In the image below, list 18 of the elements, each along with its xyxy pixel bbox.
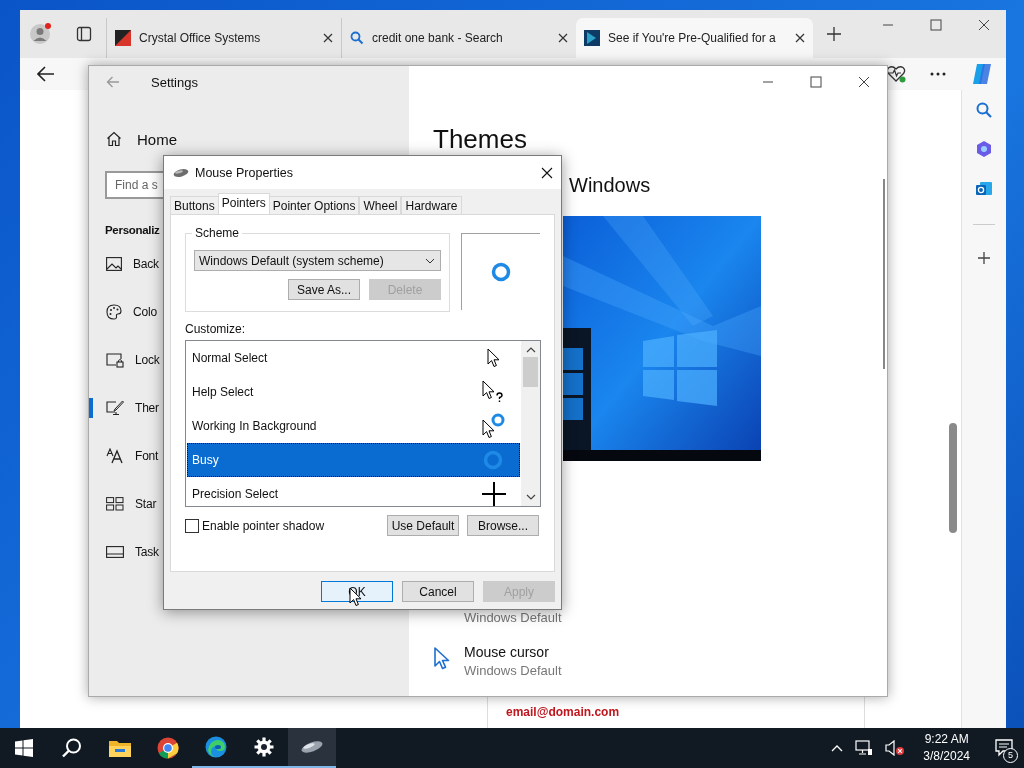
notification-badge: 5 xyxy=(1003,748,1018,763)
window-title: Settings xyxy=(151,74,198,90)
theme-name: Windows xyxy=(569,173,652,198)
dialog-title: Mouse Properties xyxy=(195,165,293,180)
tab-title: credit one bank - Search xyxy=(372,31,504,45)
tab-title: Crystal Office Systems xyxy=(139,31,262,45)
group-label: Scheme xyxy=(192,226,243,240)
item-value: Windows Default xyxy=(464,662,562,680)
list-label: Customize: xyxy=(185,322,247,336)
time-text: 9:22 AM xyxy=(924,731,969,748)
date-text: 3/8/2024 xyxy=(923,748,970,765)
section-heading: Personaliz xyxy=(105,223,160,238)
page-heading: Themes xyxy=(433,123,528,155)
email-text: email@domain.com xyxy=(506,705,620,719)
tab-title: See if You're Pre-Qualified for a xyxy=(608,31,777,45)
item-title: Mouse cursor xyxy=(464,643,550,662)
checkbox-label: Enable pointer shadow xyxy=(202,518,325,533)
item-value: Windows Default xyxy=(464,609,562,627)
